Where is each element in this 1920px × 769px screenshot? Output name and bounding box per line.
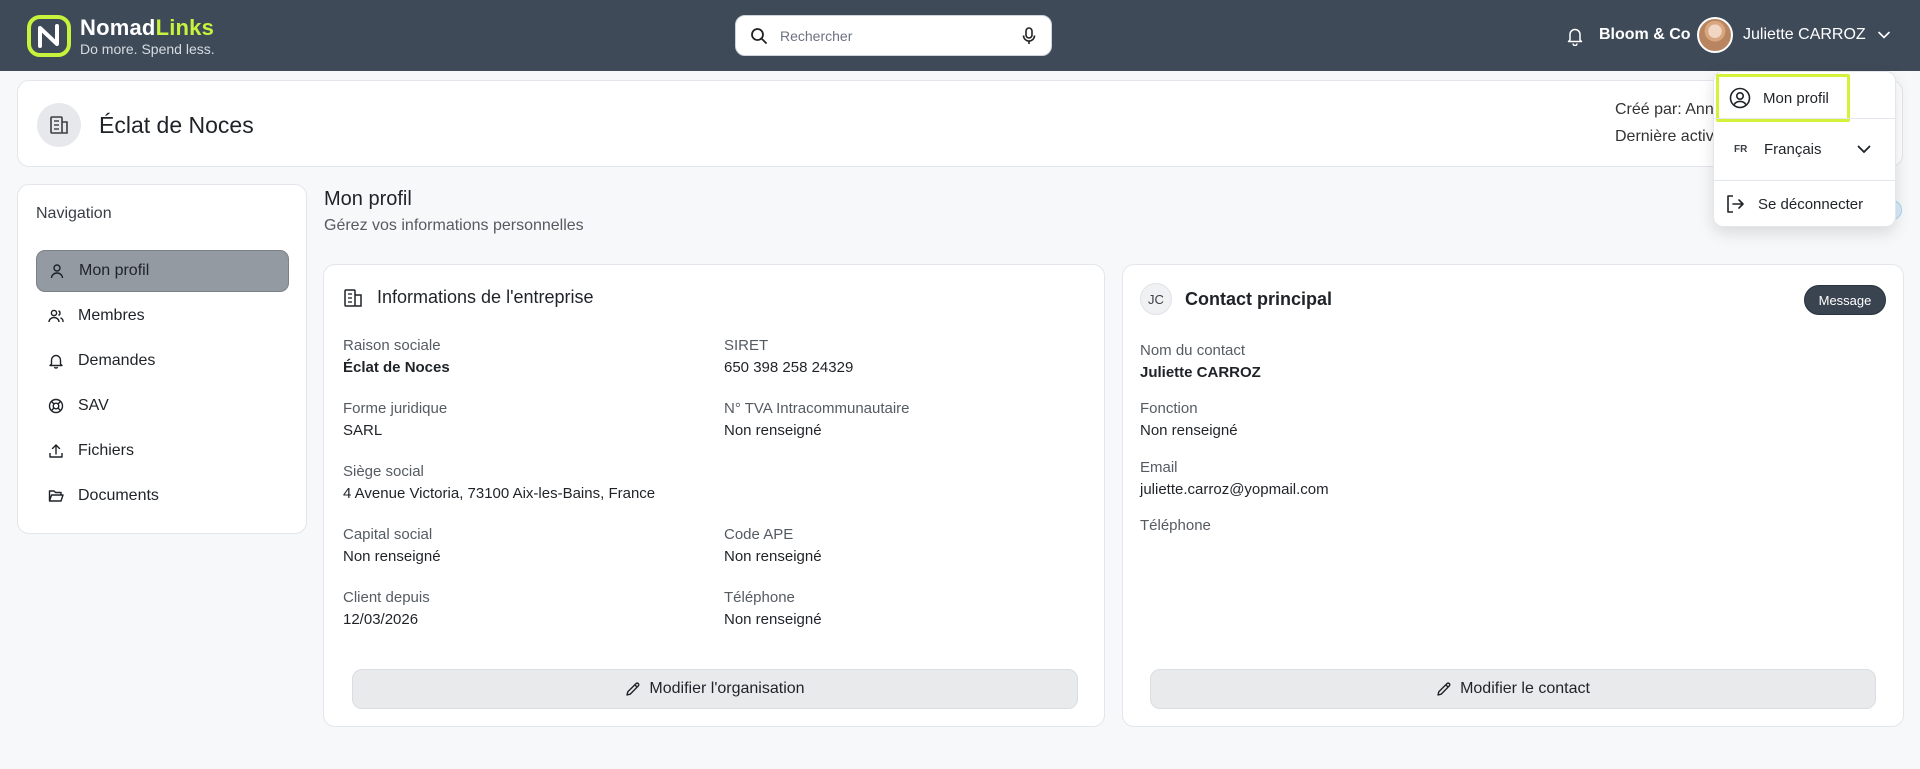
user-icon	[50, 264, 64, 279]
contact-name-label: Nom du contact	[1140, 342, 1246, 359]
company-info-card: Informations de l'entreprise Raison soci…	[323, 264, 1105, 727]
code-ape-label: Code APE	[724, 526, 794, 543]
company-phone-label: Téléphone	[724, 589, 795, 606]
client-since-label: Client depuis	[343, 589, 430, 606]
contact-card: JC Contact principal Message Nom du cont…	[1122, 264, 1904, 727]
building-icon	[50, 116, 68, 134]
brand-tagline: Do more. Spend less.	[80, 40, 215, 57]
sidebar-title: Navigation	[36, 205, 112, 222]
organization-title: Éclat de Noces	[99, 112, 254, 138]
search-bar[interactable]	[735, 15, 1052, 56]
edit-contact-label: Modifier le contact	[1460, 680, 1590, 697]
contact-phone-label: Téléphone	[1140, 517, 1211, 534]
sidebar-item-documents[interactable]: Documents	[36, 475, 289, 517]
language-code: FR	[1734, 143, 1748, 155]
organization-header: Éclat de Noces Créé par: Ann Dernière ac…	[17, 80, 1903, 167]
chevron-down-icon	[1877, 31, 1890, 39]
pencil-icon	[626, 682, 640, 696]
sidebar-item-label: Demandes	[78, 352, 156, 369]
forme-juridique-value: SARL	[343, 422, 383, 439]
language-selector[interactable]: FR Français	[1714, 136, 1895, 162]
chevron-down-icon	[1857, 145, 1871, 153]
raison-sociale-label: Raison sociale	[343, 337, 441, 354]
email-label: Email	[1140, 459, 1178, 476]
code-ape-value: Non renseigné	[724, 548, 822, 565]
raison-sociale-value: Éclat de Noces	[343, 359, 450, 376]
lifebuoy-icon	[48, 398, 64, 414]
user-menu-trigger[interactable]: Juliette CARROZ	[1697, 17, 1890, 53]
email-value: juliette.carroz@yopmail.com	[1140, 481, 1329, 498]
company-card-title: Informations de l'entreprise	[377, 287, 594, 307]
search-icon	[751, 27, 767, 44]
tva-value: Non renseigné	[724, 422, 822, 439]
upload-icon	[49, 444, 63, 458]
sidebar-item-sav[interactable]: SAV	[36, 385, 289, 427]
organization-avatar	[37, 103, 81, 147]
sidebar-item-mon-profil[interactable]: Mon profil	[36, 250, 289, 292]
brand-name: NomadLinks	[80, 14, 215, 40]
sidebar-item-label: Membres	[78, 307, 145, 324]
user-name: Juliette CARROZ	[1743, 26, 1866, 43]
logout-label: Se déconnecter	[1758, 195, 1864, 213]
menu-divider	[1714, 118, 1895, 119]
sidebar-item-label: Documents	[78, 487, 159, 504]
menu-item-logout[interactable]: Se déconnecter	[1714, 190, 1895, 218]
company-phone-value: Non renseigné	[724, 611, 822, 628]
sidebar-item-label: Mon profil	[79, 262, 150, 279]
siege-social-label: Siège social	[343, 463, 424, 480]
building-icon	[344, 288, 362, 307]
contact-card-title: Contact principal	[1185, 289, 1333, 309]
siege-social-value: 4 Avenue Victoria, 73100 Aix-les-Bains, …	[343, 485, 656, 502]
avatar	[1697, 17, 1733, 53]
menu-item-profile[interactable]: Mon profil	[1716, 74, 1850, 122]
page-title: Mon profil	[324, 188, 412, 210]
microphone-icon[interactable]	[1021, 26, 1037, 45]
bell-icon	[49, 354, 63, 369]
capital-social-label: Capital social	[343, 526, 433, 543]
menu-divider	[1714, 180, 1895, 181]
fonction-label: Fonction	[1140, 400, 1198, 417]
created-by-text: Créé par: Ann	[1615, 101, 1714, 118]
sidebar-nav: Mon profil Membres Demandes SAV Fichiers…	[36, 250, 289, 520]
top-bar: NomadLinks Do more. Spend less. Bloom & …	[0, 0, 1920, 71]
brand-logo[interactable]: NomadLinks Do more. Spend less.	[26, 14, 215, 58]
last-activity-text: Dernière activ	[1615, 128, 1714, 145]
nomadlinks-logo-icon	[27, 15, 71, 57]
edit-contact-button[interactable]: Modifier le contact	[1150, 669, 1876, 709]
search-input[interactable]	[780, 27, 1021, 44]
pencil-icon	[1437, 682, 1451, 696]
edit-organization-label: Modifier l'organisation	[649, 680, 805, 697]
fonction-value: Non renseigné	[1140, 422, 1238, 439]
siret-value: 650 398 258 24329	[724, 359, 854, 376]
sidebar-item-label: Fichiers	[78, 442, 135, 459]
message-button[interactable]: Message	[1804, 285, 1886, 315]
menu-profile-label: Mon profil	[1763, 89, 1829, 107]
folder-open-icon	[48, 490, 64, 502]
sidebar-item-label: SAV	[78, 397, 109, 414]
sidebar-item-fichiers[interactable]: Fichiers	[36, 430, 289, 472]
language-label: Français	[1764, 140, 1822, 158]
sidebar-item-demandes[interactable]: Demandes	[36, 340, 289, 382]
company-switcher[interactable]: Bloom & Co	[1599, 26, 1691, 44]
page-subtitle: Gérez vos informations personnelles	[324, 217, 584, 234]
notifications-bell-icon[interactable]	[1566, 26, 1584, 46]
edit-organization-button[interactable]: Modifier l'organisation	[352, 669, 1078, 709]
capital-social-value: Non renseigné	[343, 548, 441, 565]
tva-label: N° TVA Intracommunautaire	[724, 400, 910, 417]
user-circle-icon	[1729, 87, 1751, 109]
users-icon	[48, 309, 64, 323]
contact-name-value: Juliette CARROZ	[1140, 364, 1261, 381]
contact-initials-avatar: JC	[1140, 283, 1172, 315]
forme-juridique-label: Forme juridique	[343, 400, 448, 417]
logout-icon	[1727, 195, 1744, 213]
sidebar: Navigation Mon profil Membres Demandes S…	[17, 184, 307, 534]
client-since-value: 12/03/2026	[343, 611, 419, 628]
siret-label: SIRET	[724, 337, 769, 354]
user-dropdown-menu: Mon profil FR Français Se déconnecter	[1713, 71, 1896, 227]
sidebar-item-membres[interactable]: Membres	[36, 295, 289, 337]
